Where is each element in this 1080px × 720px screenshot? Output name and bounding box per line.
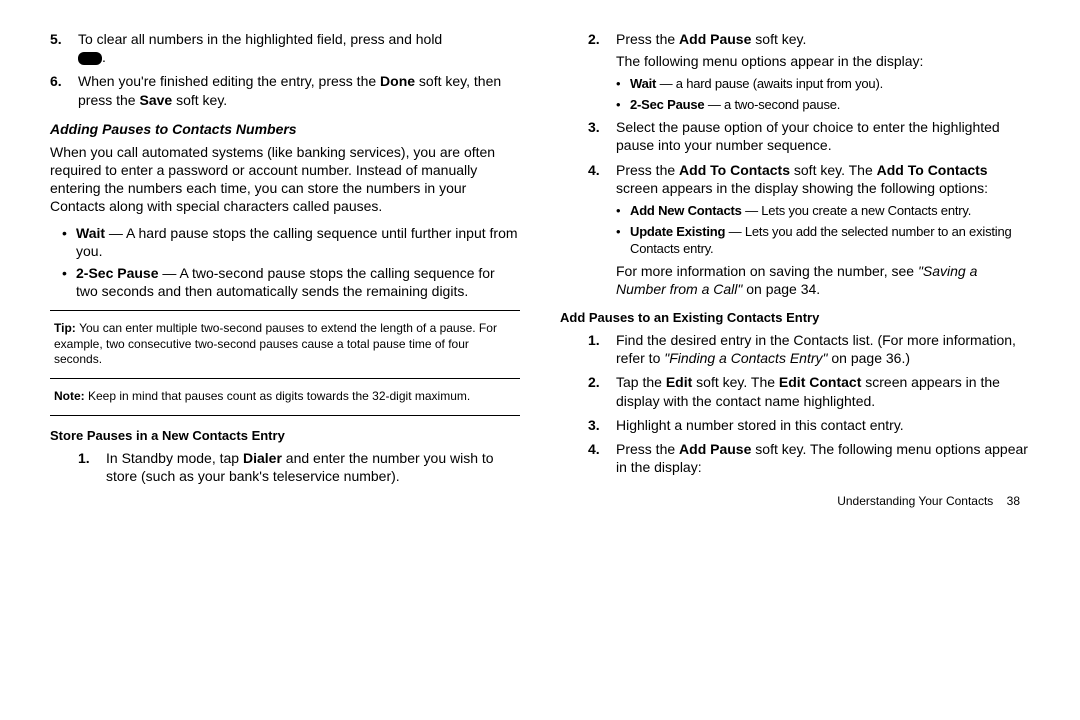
step-text: on page 34. [742,281,820,297]
step-text: Tap the [616,374,666,390]
bold-term: Add To Contacts [877,162,988,178]
bold-term: Done [380,73,415,89]
step-text: Select the pause option of your choice t… [616,118,1030,154]
bold-term: Dialer [243,450,282,466]
list-item: 6. When you're finished editing the entr… [50,72,520,108]
bullet-text: — Lets you create a new Contacts entry. [742,203,972,218]
step-text: Highlight a number stored in this contac… [616,416,1030,434]
list-item: 3. Highlight a number stored in this con… [560,416,1030,434]
note-text: Keep in mind that pauses count as digits… [88,389,470,403]
bullet-item: • Wait — a hard pause (awaits input from… [616,76,1030,93]
bullet-text: — A hard pause stops the calling sequenc… [76,225,518,259]
left-column: 5. To clear all numbers in the highlight… [50,30,520,508]
paragraph: When you call automated systems (like ba… [50,143,520,216]
cross-ref: "Finding a Contacts Entry" [664,350,827,366]
step-text: The following menu options appear in the… [616,52,1030,70]
sub-heading: Add Pauses to an Existing Contacts Entry [560,310,1030,325]
step-number: 2. [588,30,616,70]
step-text: . [102,49,106,65]
bold-term: Edit Contact [779,374,861,390]
page-footer: Understanding Your Contacts 38 [560,494,1030,508]
paragraph: For more information on saving the numbe… [560,262,1030,298]
step-text: soft key. The [790,162,877,178]
bullet-item: • Add New Contacts — Lets you create a n… [616,203,1030,220]
list-item: 2. Tap the Edit soft key. The Edit Conta… [560,373,1030,409]
bold-term: Update Existing [630,224,725,239]
step-number: 6. [50,72,78,108]
step-text: soft key. [751,31,806,47]
right-column: 2. Press the Add Pause soft key. The fol… [560,30,1030,508]
note-box: Note: Keep in mind that pauses count as … [50,389,520,405]
step-text: Press the [616,31,679,47]
bold-term: Add Pause [679,441,751,457]
list-item: 1. Find the desired entry in the Contact… [560,331,1030,367]
key-icon [78,52,102,65]
bullet-item: • 2-Sec Pause — a two-second pause. [616,97,1030,114]
step-text: To clear all numbers in the highlighted … [78,31,442,47]
list-item: 3. Select the pause option of your choic… [560,118,1030,154]
step-number: 3. [588,416,616,434]
bold-term: Edit [666,374,692,390]
list-item: 1. In Standby mode, tap Dialer and enter… [50,449,520,485]
step-text: screen appears in the display showing th… [616,180,988,196]
step-number: 4. [588,440,616,476]
list-item: 4. Press the Add Pause soft key. The fol… [560,440,1030,476]
bold-term: Wait [630,76,656,91]
note-label: Note: [54,389,88,403]
step-text: Press the [616,162,679,178]
bullet-item: • 2-Sec Pause — A two-second pause stops… [62,264,520,300]
divider [50,378,520,379]
bold-term: Wait [76,225,105,241]
bold-term: Add To Contacts [679,162,790,178]
footer-page: 38 [1007,494,1020,508]
step-text: on page 36.) [828,350,911,366]
bold-term: Save [139,92,172,108]
bold-term: 2-Sec Pause [76,265,159,281]
step-text: soft key. The [692,374,779,390]
bold-term: Add New Contacts [630,203,742,218]
sub-heading: Store Pauses in a New Contacts Entry [50,428,520,443]
divider [50,310,520,311]
tip-label: Tip: [54,321,79,335]
step-text: For more information on saving the numbe… [616,263,918,279]
list-item: 4. Press the Add To Contacts soft key. T… [560,161,1030,197]
step-number: 1. [78,449,106,485]
bullet-item: • Update Existing — Lets you add the sel… [616,224,1030,258]
step-number: 2. [588,373,616,409]
tip-text: You can enter multiple two-second pauses… [54,321,497,366]
list-item: 2. Press the Add Pause soft key. The fol… [560,30,1030,70]
bullet-text: — a two-second pause. [704,97,840,112]
step-text: soft key. [172,92,227,108]
footer-section: Understanding Your Contacts [837,494,993,508]
step-number: 4. [588,161,616,197]
bold-term: 2-Sec Pause [630,97,704,112]
divider [50,415,520,416]
bullet-item: • Wait — A hard pause stops the calling … [62,224,520,260]
list-item: 5. To clear all numbers in the highlight… [50,30,520,66]
step-text: In Standby mode, tap [106,450,243,466]
step-text: Press the [616,441,679,457]
section-heading: Adding Pauses to Contacts Numbers [50,121,520,137]
step-number: 1. [588,331,616,367]
step-text: When you're finished editing the entry, … [78,73,380,89]
tip-box: Tip: You can enter multiple two-second p… [50,321,520,368]
page-columns: 5. To clear all numbers in the highlight… [50,30,1030,508]
step-number: 5. [50,30,78,66]
bold-term: Add Pause [679,31,751,47]
bullet-text: — a hard pause (awaits input from you). [656,76,883,91]
step-number: 3. [588,118,616,154]
